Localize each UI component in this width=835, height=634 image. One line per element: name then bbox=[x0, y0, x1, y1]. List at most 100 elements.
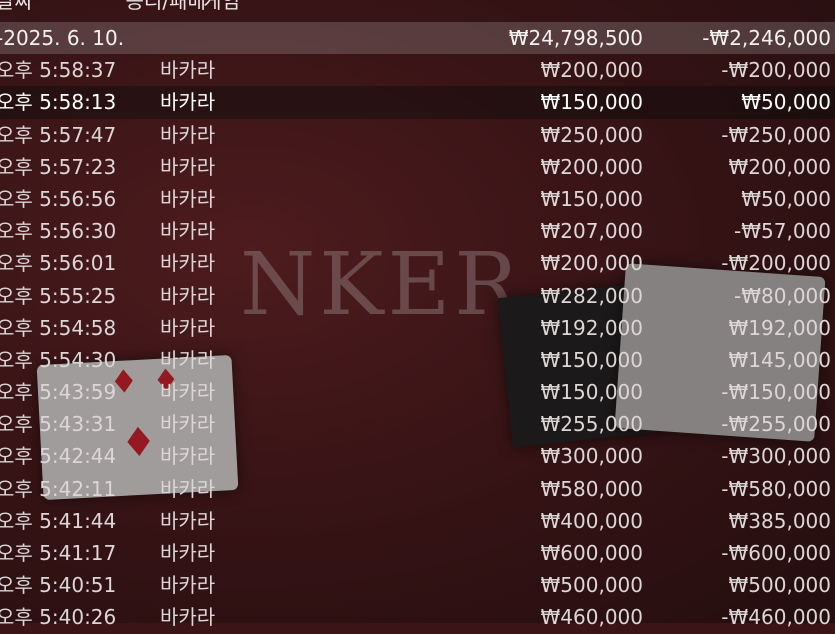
row-bet: ₩282,000 bbox=[540, 283, 643, 308]
row-winloss: -₩150,000 bbox=[721, 380, 831, 405]
row-bet: ₩150,000 bbox=[540, 186, 643, 211]
row-game: 바카라 bbox=[160, 476, 216, 501]
table-row[interactable]: 오후 5:40:51 바카라 ₩500,000 ₩500,000 bbox=[0, 569, 835, 601]
row-time: 오후 5:58:13 bbox=[0, 90, 117, 115]
row-bet: ₩500,000 bbox=[540, 573, 643, 598]
row-time: 오후 5:57:47 bbox=[0, 122, 117, 147]
table-row[interactable]: 오후 5:42:44 바카라 ₩300,000 -₩300,000 bbox=[0, 440, 835, 472]
table-row[interactable]: 오후 5:58:37 바카라 ₩200,000 -₩200,000 bbox=[0, 54, 835, 86]
row-time: 오후 5:57:23 bbox=[0, 154, 117, 179]
row-bet: ₩460,000 bbox=[540, 605, 643, 630]
table-row[interactable]: 오후 5:42:11 바카라 ₩580,000 -₩580,000 bbox=[0, 473, 835, 505]
row-bet: ₩200,000 bbox=[540, 251, 643, 276]
row-time: 오후 5:56:30 bbox=[0, 219, 117, 244]
row-bet: ₩150,000 bbox=[540, 380, 643, 405]
row-bet: ₩150,000 bbox=[540, 90, 643, 115]
row-time: 오후 5:42:44 bbox=[0, 444, 117, 469]
row-game: 바카라 bbox=[160, 444, 216, 469]
summary-date: -2025. 6. 10. bbox=[0, 26, 125, 50]
row-bet: ₩255,000 bbox=[540, 412, 643, 437]
row-bet: ₩580,000 bbox=[540, 476, 643, 501]
row-game: 바카라 bbox=[160, 508, 216, 533]
table-row[interactable]: 오후 5:43:59 바카라 ₩150,000 -₩150,000 bbox=[0, 376, 835, 408]
row-game: 바카라 bbox=[160, 186, 216, 211]
row-bet: ₩192,000 bbox=[540, 315, 643, 340]
row-game: 바카라 bbox=[160, 251, 216, 276]
summary-bet-total: ₩24,798,500 bbox=[508, 26, 643, 50]
row-winloss: -₩200,000 bbox=[721, 58, 831, 83]
row-winloss: ₩385,000 bbox=[728, 508, 831, 533]
row-time: 오후 5:54:30 bbox=[0, 347, 117, 372]
row-game: 바카라 bbox=[160, 412, 216, 437]
row-winloss: ₩50,000 bbox=[741, 186, 831, 211]
row-time: 오후 5:41:17 bbox=[0, 541, 117, 565]
row-bet: ₩600,000 bbox=[540, 541, 643, 565]
row-time: 오후 5:56:56 bbox=[0, 186, 117, 211]
row-time: 오후 5:42:11 bbox=[0, 476, 117, 501]
row-time: 오후 5:54:58 bbox=[0, 315, 117, 340]
row-winloss: -₩460,000 bbox=[721, 605, 831, 630]
row-time: 오후 5:41:44 bbox=[0, 508, 117, 533]
row-winloss: -₩57,000 bbox=[734, 219, 831, 244]
table-row[interactable]: 오후 5:54:58 바카라 ₩192,000 ₩192,000 bbox=[0, 312, 835, 344]
row-winloss: -₩200,000 bbox=[721, 251, 831, 276]
table-row[interactable]: 오후 5:40:26 바카라 ₩460,000 -₩460,000 bbox=[0, 601, 835, 633]
table-row[interactable]: 오후 5:41:44 바카라 ₩400,000 ₩385,000 bbox=[0, 505, 835, 537]
bet-history-table: 날짜 게임 베팅 승리/패배 -2025. 6. 10. ₩24,798,500… bbox=[0, 0, 835, 634]
row-bet: ₩207,000 bbox=[540, 219, 643, 244]
row-game: 바카라 bbox=[160, 541, 216, 565]
row-game: 바카라 bbox=[160, 122, 216, 147]
row-game: 바카라 bbox=[160, 283, 216, 308]
row-game: 바카라 bbox=[160, 219, 216, 244]
table-row[interactable]: 오후 5:57:47 바카라 ₩250,000 -₩250,000 bbox=[0, 119, 835, 151]
row-game: 바카라 bbox=[160, 154, 216, 179]
table-body: 오후 5:58:37 바카라 ₩200,000 -₩200,000 오후 5:58:13… bbox=[0, 54, 835, 633]
row-time: 오후 5:55:25 bbox=[0, 283, 117, 308]
row-game: 바카라 bbox=[160, 58, 216, 83]
row-time: 오후 5:58:37 bbox=[0, 58, 117, 83]
row-winloss: -₩600,000 bbox=[721, 541, 831, 565]
row-game: 바카라 bbox=[160, 90, 216, 115]
table-row[interactable]: 오후 5:41:17 바카라 ₩600,000 -₩600,000 bbox=[0, 537, 835, 569]
row-game: 바카라 bbox=[160, 380, 216, 405]
row-bet: ₩400,000 bbox=[540, 508, 643, 533]
table-row[interactable]: 오후 5:57:23 바카라 ₩200,000 ₩200,000 bbox=[0, 151, 835, 183]
row-bet: ₩200,000 bbox=[540, 58, 643, 83]
row-winloss: ₩192,000 bbox=[728, 315, 831, 340]
summary-winloss-total: -₩2,246,000 bbox=[702, 26, 831, 50]
table-row[interactable]: 오후 5:43:31 바카라 ₩255,000 -₩255,000 bbox=[0, 408, 835, 440]
row-time: 오후 5:40:26 bbox=[0, 605, 117, 630]
header-game[interactable]: 게임 bbox=[203, 0, 240, 13]
date-summary-row[interactable]: -2025. 6. 10. ₩24,798,500 -₩2,246,000 bbox=[0, 22, 835, 55]
table-row[interactable]: 오후 5:58:13 바카라 ₩150,000 ₩50,000 bbox=[0, 86, 835, 119]
row-bet: ₩200,000 bbox=[540, 154, 643, 179]
row-winloss: -₩80,000 bbox=[734, 283, 831, 308]
row-winloss: ₩500,000 bbox=[728, 573, 831, 598]
row-winloss: ₩145,000 bbox=[728, 347, 831, 372]
row-winloss: -₩300,000 bbox=[721, 444, 831, 469]
row-time: 오후 5:43:31 bbox=[0, 412, 117, 437]
header-winloss[interactable]: 승리/패배 bbox=[126, 0, 206, 13]
table-row[interactable]: 오후 5:54:30 바카라 ₩150,000 ₩145,000 bbox=[0, 344, 835, 376]
row-winloss: -₩255,000 bbox=[721, 412, 831, 437]
row-time: 오후 5:43:59 bbox=[0, 380, 117, 405]
row-time: 오후 5:40:51 bbox=[0, 573, 117, 598]
row-game: 바카라 bbox=[160, 347, 216, 372]
row-time: 오후 5:56:01 bbox=[0, 251, 117, 276]
table-row[interactable]: 오후 5:56:01 바카라 ₩200,000 -₩200,000 bbox=[0, 247, 835, 279]
row-game: 바카라 bbox=[160, 573, 216, 598]
row-game: 바카라 bbox=[160, 315, 216, 340]
table-row[interactable]: 오후 5:55:25 바카라 ₩282,000 -₩80,000 bbox=[0, 280, 835, 312]
table-row[interactable]: 오후 5:56:30 바카라 ₩207,000 -₩57,000 bbox=[0, 215, 835, 247]
header-date[interactable]: 날짜 bbox=[0, 0, 33, 13]
row-winloss: -₩250,000 bbox=[721, 122, 831, 147]
row-winloss: ₩200,000 bbox=[728, 154, 831, 179]
table-header: 날짜 게임 베팅 승리/패배 bbox=[0, 0, 835, 22]
row-game: 바카라 bbox=[160, 605, 216, 630]
row-bet: ₩250,000 bbox=[540, 122, 643, 147]
row-winloss: ₩50,000 bbox=[741, 90, 831, 115]
row-winloss: -₩580,000 bbox=[721, 476, 831, 501]
row-bet: ₩150,000 bbox=[540, 347, 643, 372]
row-bet: ₩300,000 bbox=[540, 444, 643, 469]
table-row[interactable]: 오후 5:56:56 바카라 ₩150,000 ₩50,000 bbox=[0, 183, 835, 215]
